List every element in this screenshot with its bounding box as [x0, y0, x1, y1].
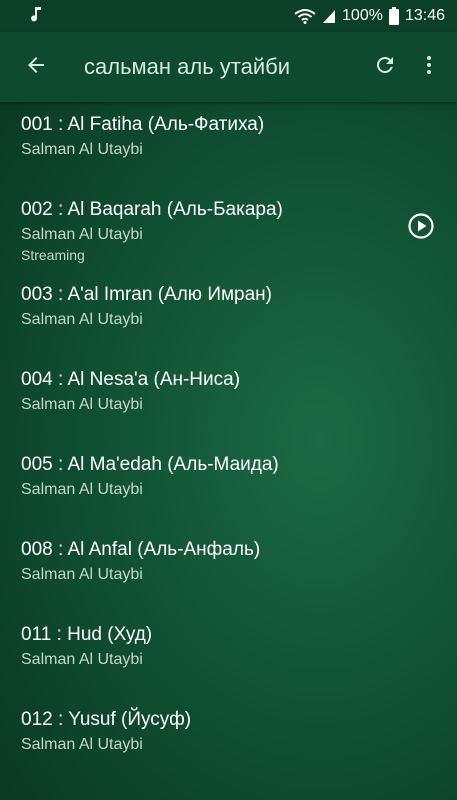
- track-artist: Salman Al Utaybi: [21, 311, 143, 328]
- track-artist: Salman Al Utaybi: [21, 651, 143, 668]
- track-item[interactable]: 003 : A'al Imran (Алю Имран) Salman Al U…: [0, 272, 457, 357]
- track-artist: Salman Al Utaybi: [21, 226, 143, 243]
- more-options-button[interactable]: [407, 32, 451, 102]
- track-title: 008 : Al Anfal (Аль-Анфаль): [21, 539, 261, 560]
- refresh-icon: [373, 53, 397, 82]
- track-item[interactable]: 004 : Al Nesa'a (Ан-Ниса) Salman Al Utay…: [0, 357, 457, 442]
- track-title: 011 : Hud (Худ): [21, 624, 153, 645]
- battery-percent: 100%: [342, 7, 383, 24]
- back-button[interactable]: [8, 32, 64, 102]
- play-circle-icon: [407, 212, 435, 245]
- status-indicators: 100% 13:46: [294, 7, 445, 25]
- track-title: 005 : Al Ma'edah (Аль-Маида): [21, 454, 279, 475]
- page-title: сальман аль утайби: [84, 54, 291, 79]
- back-arrow-icon: [24, 53, 48, 82]
- wifi-icon: [294, 8, 316, 24]
- track-item[interactable]: 005 : Al Ma'edah (Аль-Маида) Salman Al U…: [0, 442, 457, 527]
- track-item[interactable]: 001 : Al Fatiha (Аль-Фатиха) Salman Al U…: [0, 102, 457, 187]
- track-artist: Salman Al Utaybi: [21, 566, 143, 583]
- track-artist: Salman Al Utaybi: [21, 141, 143, 158]
- music-note-icon: [30, 6, 42, 27]
- clock: 13:46: [404, 7, 445, 24]
- track-item[interactable]: 008 : Al Anfal (Аль-Анфаль) Salman Al Ut…: [0, 527, 457, 612]
- track-list: 001 : Al Fatiha (Аль-Фатиха) Salman Al U…: [0, 102, 457, 782]
- track-item[interactable]: 012 : Yusuf (Йусуф) Salman Al Utaybi: [0, 697, 457, 782]
- signal-icon: [322, 8, 336, 24]
- app-toolbar: сальман аль утайби: [0, 32, 457, 102]
- play-button[interactable]: [407, 212, 435, 245]
- track-title: 003 : A'al Imran (Алю Имран): [21, 284, 272, 305]
- battery-icon: [388, 7, 399, 25]
- track-status: Streaming: [21, 247, 85, 263]
- track-artist: Salman Al Utaybi: [21, 396, 143, 413]
- track-title: 002 : Al Baqarah (Аль-Бакара): [21, 199, 283, 220]
- status-bar: 100% 13:46: [0, 0, 457, 32]
- track-item[interactable]: 002 : Al Baqarah (Аль-Бакара) Salman Al …: [0, 187, 457, 272]
- refresh-button[interactable]: [363, 32, 407, 102]
- track-item[interactable]: 011 : Hud (Худ) Salman Al Utaybi: [0, 612, 457, 697]
- track-artist: Salman Al Utaybi: [21, 736, 143, 753]
- track-title: 012 : Yusuf (Йусуф): [21, 709, 192, 730]
- more-vert-icon: [417, 53, 441, 82]
- track-title: 004 : Al Nesa'a (Ан-Ниса): [21, 369, 241, 390]
- track-artist: Salman Al Utaybi: [21, 481, 143, 498]
- track-title: 001 : Al Fatiha (Аль-Фатиха): [21, 114, 265, 135]
